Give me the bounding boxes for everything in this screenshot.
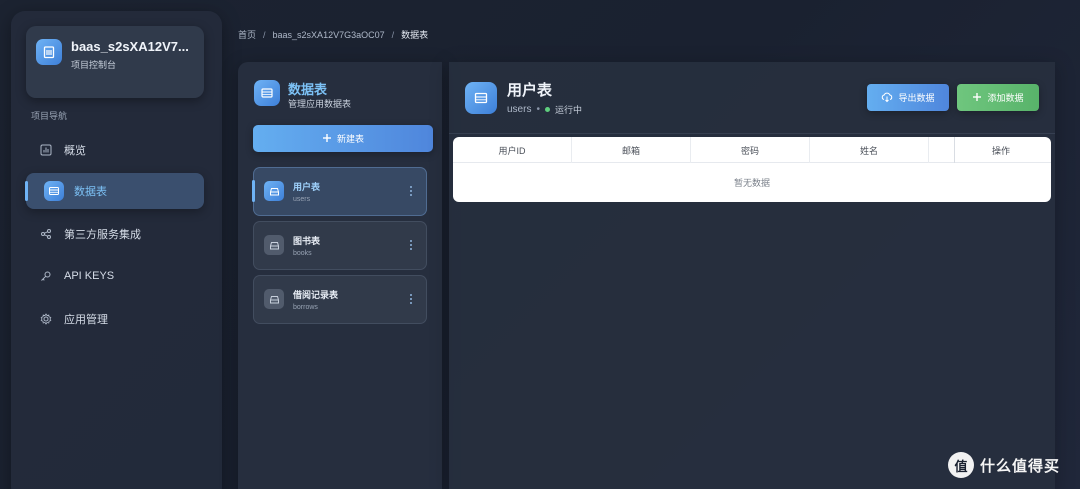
watermark: 值 什么值得买 bbox=[948, 452, 1060, 478]
new-table-label: 新建表 bbox=[336, 134, 364, 144]
project-card[interactable]: baas_s2sXA12V7... 项目控制台 bbox=[26, 26, 204, 98]
breadcrumb-current: 数据表 bbox=[401, 30, 429, 40]
plus-icon bbox=[322, 133, 332, 145]
meta-separator: • bbox=[536, 104, 540, 115]
empty-state: 暂无数据 bbox=[733, 178, 770, 188]
panel-title: 数据表 bbox=[288, 82, 328, 97]
sidebar-item-label: 应用管理 bbox=[64, 314, 108, 326]
key-icon bbox=[38, 268, 54, 284]
add-data-label: 添加数据 bbox=[987, 93, 1024, 103]
more-vertical-icon[interactable] bbox=[406, 291, 416, 307]
table-item-key: users bbox=[293, 196, 311, 203]
status-badge: 运行中 bbox=[554, 105, 582, 115]
table-icon bbox=[44, 181, 64, 201]
status-dot bbox=[544, 107, 550, 112]
table-item-name: 用户表 bbox=[293, 182, 321, 192]
nav-heading: 项目导航 bbox=[31, 111, 68, 121]
plus-icon bbox=[972, 92, 982, 104]
column-header-actions: 操作 bbox=[991, 145, 1010, 156]
table-item-key: borrows bbox=[293, 304, 318, 311]
table-item-borrows[interactable]: 借阅记录表 borrows bbox=[253, 275, 427, 324]
cloud-download-icon bbox=[881, 91, 893, 105]
breadcrumb: 首页 / baas_s2sXA12V7G3aOC07 / 数据表 bbox=[238, 28, 428, 41]
column-header-password[interactable]: 密码 bbox=[691, 137, 810, 163]
table-meta: users • 运行中 bbox=[507, 103, 582, 116]
panel-subtitle: 管理应用数据表 bbox=[288, 99, 352, 109]
sidebar-item-tables[interactable]: 数据表 bbox=[25, 173, 204, 209]
breadcrumb-home[interactable]: 首页 bbox=[238, 28, 256, 41]
sidebar: baas_s2sXA12V7... 项目控制台 项目导航 概览 数据表 第三方服… bbox=[11, 11, 222, 489]
page-title: 用户表 bbox=[507, 82, 553, 99]
sidebar-item-api-keys[interactable]: API KEYS bbox=[26, 258, 204, 294]
sidebar-item-integrations[interactable]: 第三方服务集成 bbox=[26, 216, 204, 252]
export-button[interactable]: 导出数据 bbox=[867, 84, 949, 111]
breadcrumb-separator: / bbox=[391, 29, 395, 40]
sidebar-item-label: 数据表 bbox=[74, 186, 107, 198]
more-vertical-icon[interactable] bbox=[406, 237, 416, 253]
column-header-name[interactable]: 姓名 bbox=[810, 137, 929, 163]
building-icon bbox=[36, 39, 62, 65]
database-icon bbox=[264, 235, 284, 255]
database-icon bbox=[264, 289, 284, 309]
more-vertical-icon[interactable] bbox=[406, 183, 416, 199]
sidebar-item-label: 概览 bbox=[64, 145, 86, 157]
add-data-button[interactable]: 添加数据 bbox=[957, 84, 1039, 111]
project-name: baas_s2sXA12V7... bbox=[71, 39, 189, 54]
share-icon bbox=[38, 226, 54, 242]
breadcrumb-project[interactable]: baas_s2sXA12V7G3aOC07 bbox=[273, 30, 385, 40]
data-table: 用户ID 邮箱 密码 姓名 操作 暂无数据 bbox=[453, 137, 1051, 202]
sidebar-item-overview[interactable]: 概览 bbox=[26, 132, 204, 168]
gear-icon bbox=[38, 311, 54, 327]
sidebar-item-label: API KEYS bbox=[64, 270, 115, 282]
bar-chart-icon bbox=[38, 142, 54, 158]
table-header: 用户ID 邮箱 密码 姓名 操作 bbox=[453, 137, 1051, 163]
table-item-books[interactable]: 图书表 books bbox=[253, 221, 427, 270]
table-icon bbox=[254, 80, 280, 106]
main-header: 用户表 users • 运行中 导出数据 添加数据 bbox=[449, 62, 1055, 134]
export-label: 导出数据 bbox=[898, 93, 935, 103]
table-icon bbox=[465, 82, 497, 114]
table-item-name: 借阅记录表 bbox=[293, 290, 339, 300]
column-header-email[interactable]: 邮箱 bbox=[572, 137, 691, 163]
table-item-users[interactable]: 用户表 users bbox=[252, 167, 427, 216]
new-table-button[interactable]: 新建表 bbox=[253, 125, 433, 152]
column-header-user-id[interactable]: 用户ID bbox=[453, 137, 572, 163]
table-key: users bbox=[507, 104, 532, 115]
watermark-text: 什么值得买 bbox=[980, 457, 1061, 475]
table-item-key: books bbox=[293, 250, 312, 257]
column-header-blank bbox=[929, 137, 955, 163]
project-subtitle: 项目控制台 bbox=[71, 60, 117, 70]
database-icon bbox=[264, 181, 284, 201]
watermark-logo: 值 bbox=[948, 452, 974, 478]
sidebar-item-label: 第三方服务集成 bbox=[64, 229, 141, 241]
main-panel: 用户表 users • 运行中 导出数据 添加数据 用户ID 邮箱 密码 姓名 … bbox=[449, 62, 1055, 489]
sidebar-item-app-management[interactable]: 应用管理 bbox=[26, 301, 204, 337]
table-item-name: 图书表 bbox=[293, 236, 321, 246]
tables-panel: 数据表 管理应用数据表 新建表 用户表 users 图书表 books 借阅记录… bbox=[238, 62, 442, 489]
breadcrumb-separator: / bbox=[263, 29, 266, 40]
